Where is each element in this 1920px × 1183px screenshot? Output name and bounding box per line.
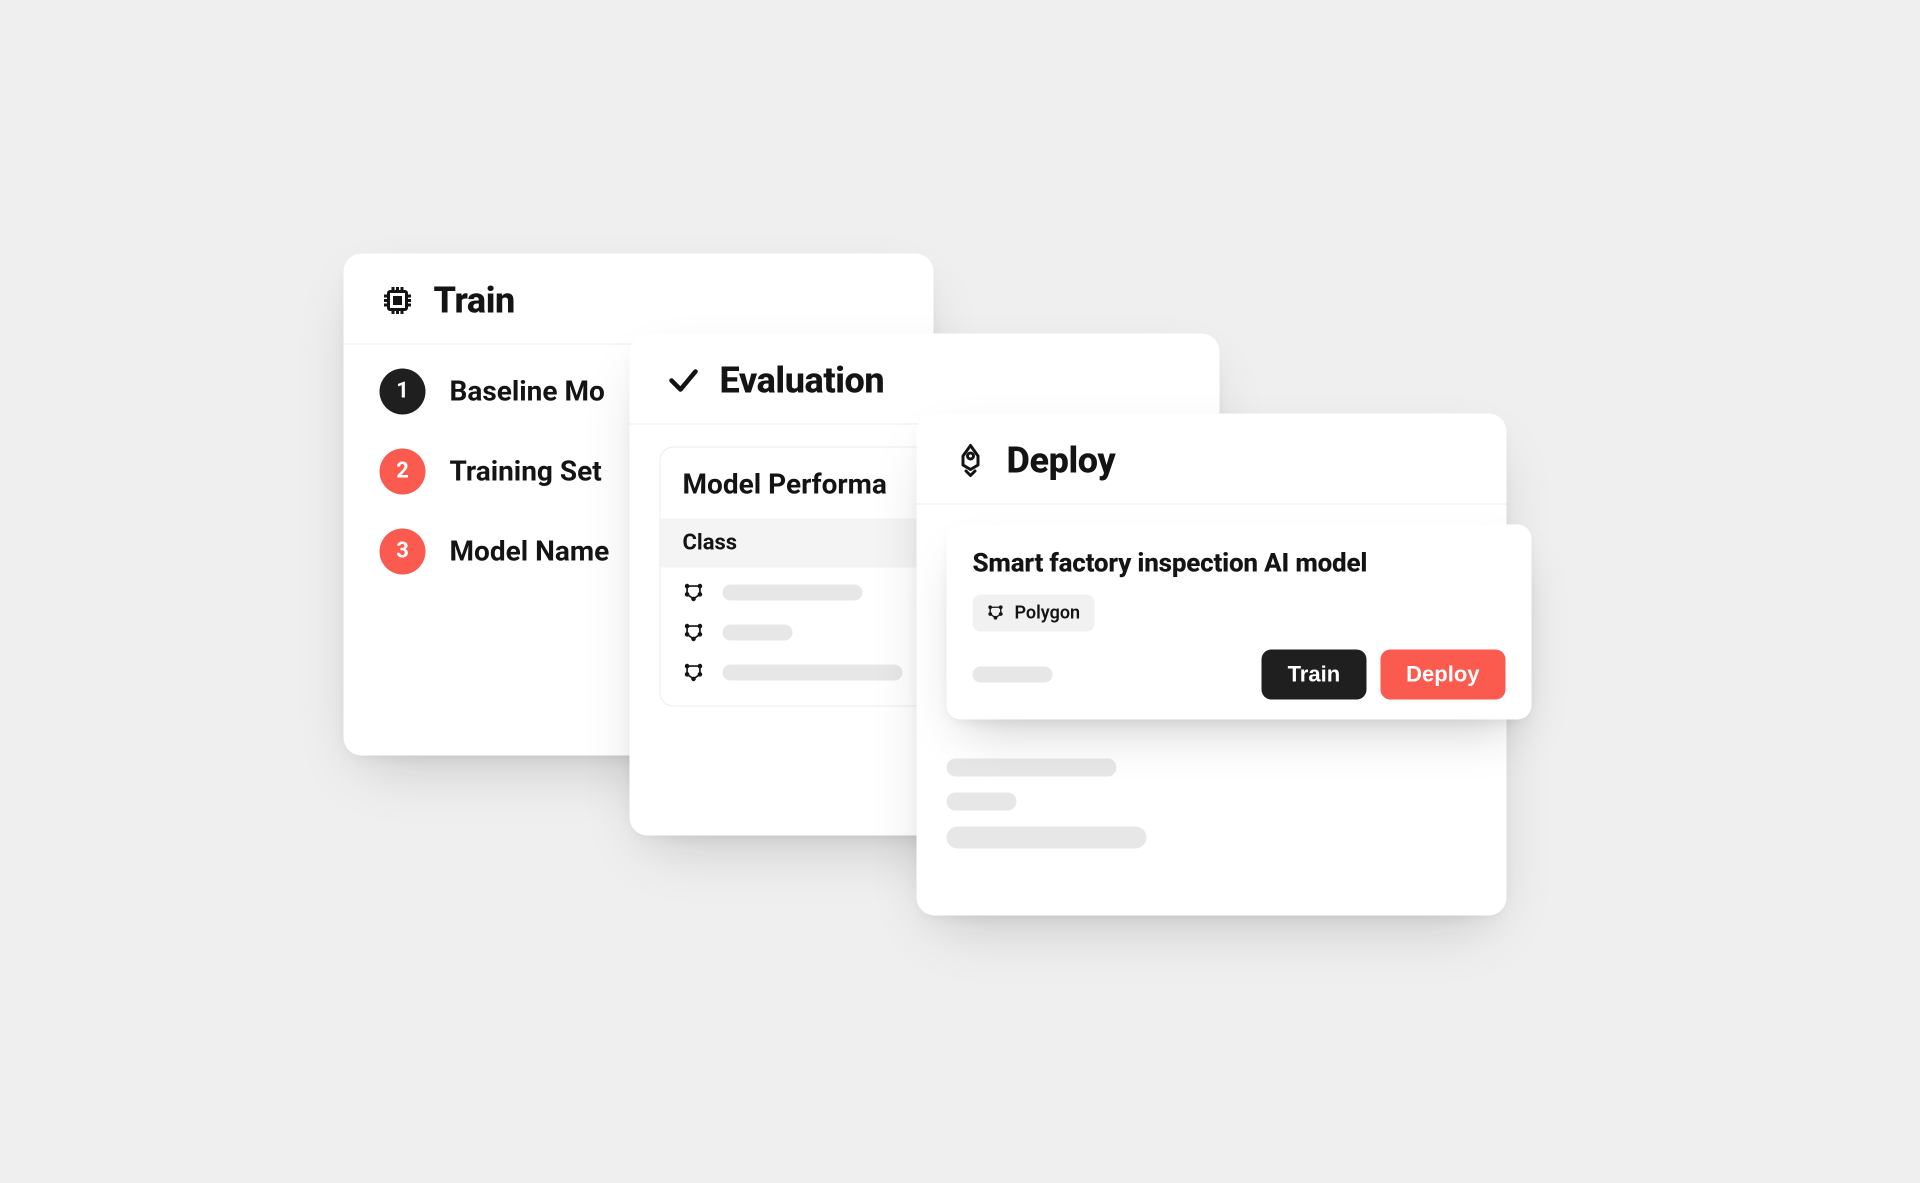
skeleton-text: [947, 758, 1117, 776]
train-button[interactable]: Train: [1262, 649, 1367, 699]
annotation-type-chip[interactable]: Polygon: [973, 594, 1095, 631]
deploy-card: Deploy Smart factory inspection AI model…: [917, 413, 1507, 915]
polygon-icon: [683, 581, 705, 603]
deploy-button[interactable]: Deploy: [1380, 649, 1505, 699]
step-label: Training Set: [450, 455, 602, 488]
rocket-icon: [953, 442, 989, 478]
model-card-footer: Train Deploy: [973, 649, 1506, 699]
polygon-icon: [987, 604, 1005, 622]
step-badge: 1: [380, 368, 426, 414]
stage: Train 1 Baseline Mo 2 Training Set 3 Mod…: [220, 135, 1701, 1048]
skeleton-text: [723, 664, 903, 680]
model-card: Smart factory inspection AI model Polygo…: [947, 524, 1532, 719]
model-title: Smart factory inspection AI model: [973, 548, 1506, 578]
step-badge: 2: [380, 448, 426, 494]
skeleton-text: [947, 826, 1147, 848]
evaluation-card-header: Evaluation: [630, 333, 1220, 424]
model-actions: Train Deploy: [1262, 649, 1506, 699]
deploy-card-header: Deploy: [917, 413, 1507, 504]
train-title: Train: [434, 279, 515, 321]
step-label: Model Name: [450, 535, 610, 568]
polygon-icon: [683, 621, 705, 643]
evaluation-title: Evaluation: [720, 359, 885, 401]
chip-icon: [380, 282, 416, 318]
deploy-skeleton-group: [947, 758, 1477, 848]
skeleton-text: [973, 666, 1053, 682]
polygon-icon: [683, 661, 705, 683]
skeleton-text: [947, 792, 1017, 810]
step-label: Baseline Mo: [450, 375, 605, 408]
step-badge: 3: [380, 528, 426, 574]
check-icon: [666, 362, 702, 398]
deploy-body: Smart factory inspection AI model Polygo…: [917, 504, 1507, 872]
skeleton-text: [723, 624, 793, 640]
chip-label: Polygon: [1015, 602, 1081, 623]
train-card-header: Train: [344, 253, 934, 344]
skeleton-text: [723, 584, 863, 600]
deploy-title: Deploy: [1007, 439, 1116, 481]
